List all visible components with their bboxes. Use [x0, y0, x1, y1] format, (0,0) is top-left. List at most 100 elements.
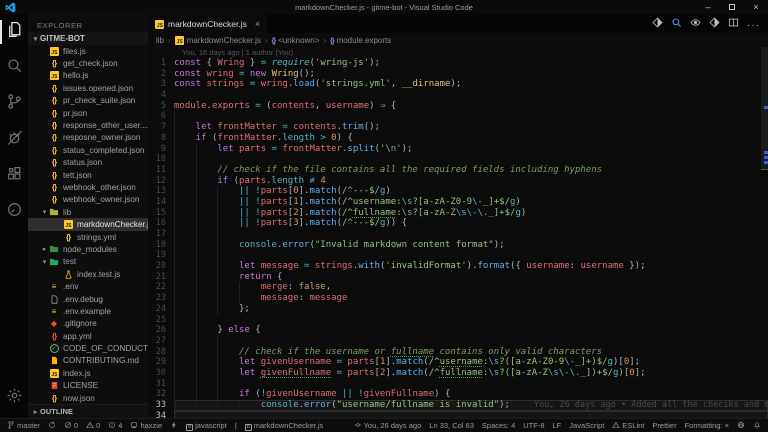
open-preview-button[interactable]	[671, 15, 682, 33]
tree-item-response-other-user-[interactable]: {} response_other_user....	[28, 119, 148, 131]
chevron-right-icon[interactable]: ▸	[40, 245, 49, 253]
status-formatting[interactable]: Formatting: ×	[685, 421, 729, 430]
code-line-3[interactable]: 3 const strings = wring.load('strings.yml…	[148, 79, 768, 90]
status-you-26-days-ago[interactable]: You, 26 days ago	[354, 421, 421, 431]
status-0[interactable]: 0	[86, 421, 100, 431]
tree-item-status-completed-json[interactable]: {} status_completed.json	[28, 144, 148, 156]
code-line-9[interactable]: 9 let parts = frontMatter.split('\n');	[148, 143, 768, 155]
code-line-7[interactable]: 7 let frontMatter = contents.trim();	[148, 122, 768, 133]
tree-item-status-json[interactable]: {} status.json	[28, 157, 148, 169]
tree-item-pr-json[interactable]: {} pr.json	[28, 107, 148, 119]
tree-item-app-yml[interactable]: {} app.yml	[28, 330, 148, 342]
scrollbar[interactable]	[761, 47, 768, 418]
status-ln-33-col-63[interactable]: Ln 33, Col 63	[429, 421, 474, 430]
code-line-17[interactable]: 17	[148, 229, 768, 240]
code-line-20[interactable]: 20 let message = strings.with('invalidFor…	[148, 261, 768, 272]
status-utf-8[interactable]: UTF-8	[523, 421, 544, 430]
code-line-2[interactable]: 2 const wring = new Wring();	[148, 69, 768, 80]
toggle-blame-button[interactable]	[690, 15, 701, 33]
code-line-10[interactable]: 10	[148, 154, 768, 165]
tree-item-resposne-owner-json[interactable]: {} resposne_owner.json	[28, 132, 148, 144]
tree-item--env[interactable]: ≡ .env	[28, 280, 148, 292]
status-javascript[interactable]: JavaScript	[569, 421, 604, 430]
split-editor-button[interactable]	[728, 15, 739, 33]
code-line-12[interactable]: 12 if (parts.length ≠ 4	[148, 175, 768, 187]
tree-item-index-test-js[interactable]: index.test.js	[28, 268, 148, 280]
activity-source-control[interactable]	[0, 86, 28, 122]
tree-item-get-check-json[interactable]: {} get_check.json	[28, 57, 148, 69]
code-line-34[interactable]: 34	[148, 410, 768, 418]
code-line-8[interactable]: 8 if (frontMatter.length > 0) {	[148, 132, 768, 144]
tree-item-markdownchecker-js[interactable]: JS markdownChecker.js	[28, 218, 148, 231]
code-line-30[interactable]: 30 let givenFullname = parts[2].match(/^f…	[148, 367, 768, 379]
tree-item-index-js[interactable]: JS index.js	[28, 367, 148, 379]
tree-item-issues-opened-json[interactable]: {} issues.opened.json	[28, 82, 148, 94]
status-[interactable]: |	[235, 421, 237, 430]
status-globe-icon[interactable]	[737, 421, 745, 431]
status-haxzie[interactable]: haxzie	[130, 421, 162, 431]
activity-search[interactable]	[0, 50, 28, 86]
tree-item--gitignore[interactable]: ◆ .gitignore	[28, 318, 148, 330]
activity-time[interactable]	[0, 194, 28, 230]
minimize-button[interactable]: –	[696, 0, 720, 14]
code-line-26[interactable]: 26} else {	[148, 325, 768, 336]
tree-item-contributing-md[interactable]: CONTRIBUTING.md	[28, 355, 148, 367]
status-prettier[interactable]: Prettier	[652, 421, 676, 430]
code-line-19[interactable]: 19	[148, 250, 768, 262]
status-markdownchecker-js[interactable]: BmarkdownChecker.js	[244, 421, 323, 431]
activity-explorer[interactable]	[0, 14, 28, 50]
tree-item-lib[interactable]: ▾ lib	[28, 206, 148, 218]
close-button[interactable]: ×	[744, 0, 768, 14]
code-line-23[interactable]: 23 message: message	[148, 293, 768, 304]
code-line-4[interactable]: 4	[148, 90, 768, 101]
chevron-down-icon[interactable]: ▾	[40, 208, 49, 216]
code-line-1[interactable]: 1 const { Wring } = require('wring-js');	[148, 58, 768, 69]
tree-item-webhook-owner-json[interactable]: {} webhook_owner.json	[28, 194, 148, 206]
tree-item-files-js[interactable]: JS files.js	[28, 45, 148, 57]
code-line-11[interactable]: 11 // check if the file contains all the …	[148, 164, 768, 176]
status-zap-icon[interactable]	[170, 421, 178, 431]
activity-extensions[interactable]	[0, 158, 28, 194]
tree-item-hello-js[interactable]: JS hello.js	[28, 70, 148, 82]
activity-manage[interactable]	[0, 380, 28, 416]
status-0[interactable]: 0	[64, 421, 78, 431]
breadcrumb-item[interactable]: {} module.exports	[330, 36, 391, 45]
close-tab-icon[interactable]: ×	[255, 19, 260, 29]
breadcrumb-item[interactable]: lib	[156, 36, 164, 45]
status-master[interactable]: master	[7, 420, 40, 431]
status-eslint[interactable]: ESLint	[612, 421, 644, 431]
tree-item-now-json[interactable]: {} now.json	[28, 392, 148, 404]
code-line-33[interactable]: 33 console.error("username/fullname is in…	[148, 400, 768, 411]
code-line-21[interactable]: 21 return {	[148, 271, 768, 283]
outline-section[interactable]: ▸ OUTLINE	[28, 404, 148, 418]
status-sync-icon[interactable]	[48, 421, 56, 431]
code-line-25[interactable]: 25	[148, 314, 768, 326]
tab-markdownchecker[interactable]: JS markdownChecker.js ×	[148, 14, 268, 33]
status-lf[interactable]: LF	[553, 421, 562, 430]
tree-item-test[interactable]: ▾ test	[28, 256, 148, 268]
code-line-18[interactable]: 18 console.error("Invalid markdown conten…	[148, 239, 768, 251]
tree-item-node-modules[interactable]: ▸ node_modules	[28, 243, 148, 255]
code-line-5[interactable]: 5 module.exports = (contents, username) ⇒…	[148, 101, 768, 112]
codelens-annotation[interactable]: You, 16 days ago | 1 author (You)	[148, 47, 768, 58]
tree-item-pr-check-suite-json[interactable]: {} pr_check_suite.json	[28, 95, 148, 107]
code-line-13[interactable]: 13 || !parts[0].match(/^---$/g)	[148, 186, 768, 197]
code-editor[interactable]: You, 16 days ago | 1 author (You) 1 const…	[148, 47, 768, 418]
tree-root-gitme-bot[interactable]: ▾ GITME-BOT	[28, 32, 148, 45]
tree-item-webhook-other-json[interactable]: {} webhook_other.json	[28, 181, 148, 193]
more-actions-button[interactable]: ···	[747, 15, 760, 33]
code-line-22[interactable]: 22 merge: false,	[148, 282, 768, 294]
gitlens-compare-button[interactable]	[709, 15, 720, 33]
breadcrumb-item[interactable]: JS markdownChecker.js	[174, 35, 261, 45]
code-line-27[interactable]: 27	[148, 335, 768, 347]
chevron-down-icon[interactable]: ▾	[40, 258, 49, 266]
code-line-28[interactable]: 28 // check if the username or fullname c…	[148, 346, 768, 358]
activity-debug[interactable]	[0, 122, 28, 158]
tree-item-strings-yml[interactable]: {} strings.yml	[28, 231, 148, 243]
status-4[interactable]: 4	[108, 421, 122, 431]
status-spaces-4[interactable]: Spaces: 4	[482, 421, 515, 430]
status-bell-icon[interactable]	[753, 421, 761, 431]
tree-item--env-example[interactable]: ≡ .env.example	[28, 305, 148, 317]
code-line-6[interactable]: 6	[148, 111, 768, 123]
code-line-16[interactable]: 16 || !parts[3].match(/^---$/g)) {	[148, 218, 768, 229]
